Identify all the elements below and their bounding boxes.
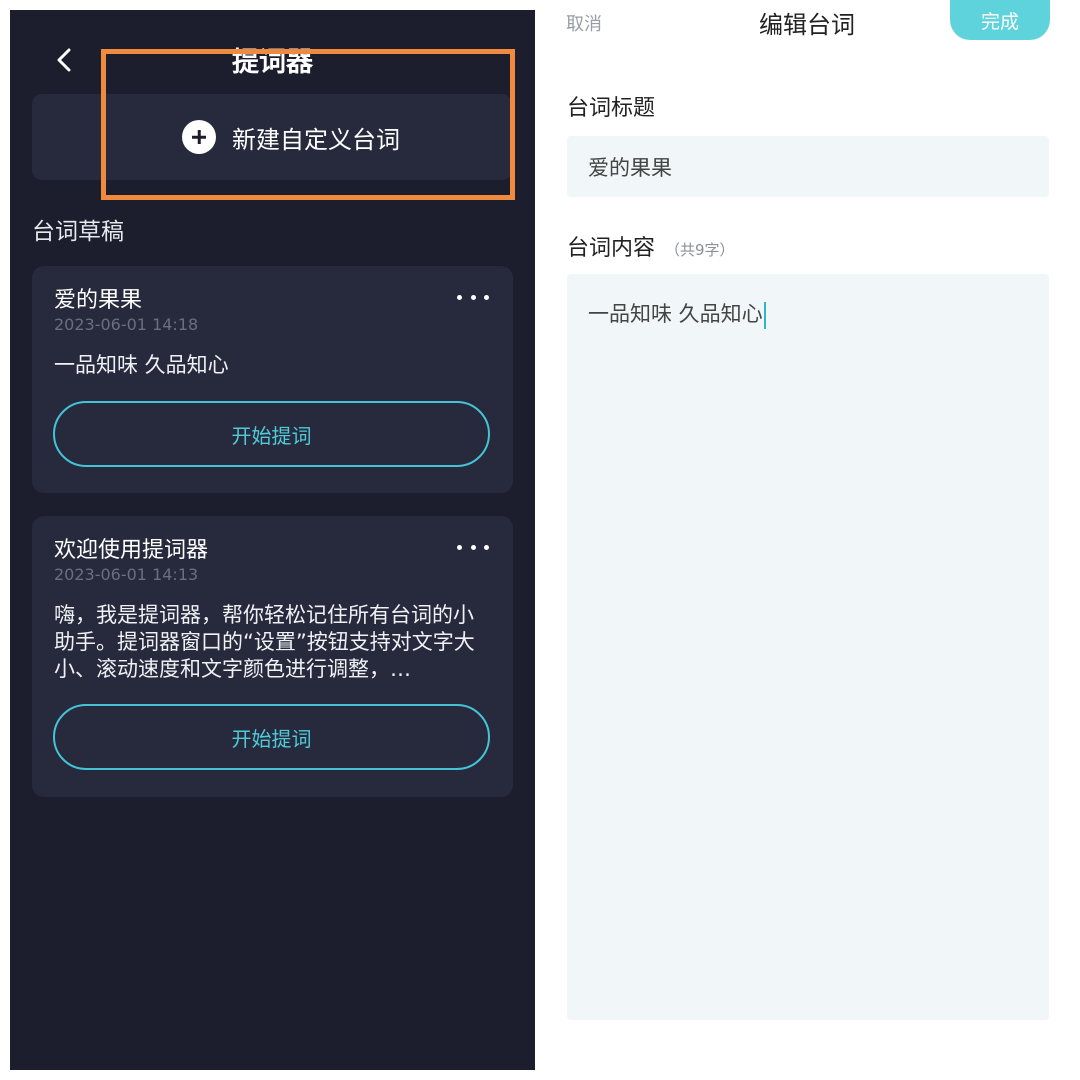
script-title-label: 台词标题 bbox=[567, 96, 656, 121]
draft-card[interactable]: 爱的果果 2023-06-01 14:18 一品知味 久品知心 开始提词 bbox=[32, 266, 513, 493]
script-content-value: 一品知味 久品知心 bbox=[588, 302, 763, 326]
character-count: （共9字） bbox=[665, 241, 735, 259]
draft-title: 爱的果果 bbox=[54, 288, 143, 313]
edit-script-screen: 取消 编辑台词 完成 台词标题 爱的果果 台词内容 （共9字） 一品知味 久品知心 bbox=[545, 0, 1080, 1080]
text-caret bbox=[763, 301, 766, 329]
draft-title: 欢迎使用提词器 bbox=[54, 538, 209, 563]
new-custom-script-label: 新建自定义台词 bbox=[232, 125, 400, 154]
drafts-section-title: 台词草稿 bbox=[32, 219, 124, 245]
draft-date: 2023-06-01 14:18 bbox=[54, 315, 199, 334]
draft-date: 2023-06-01 14:13 bbox=[54, 565, 199, 584]
teleprompter-list-screen: 提词器 新建自定义台词 台词草稿 爱的果果 2023-06-01 14:18 一… bbox=[10, 10, 535, 1070]
script-content-textarea[interactable]: 一品知味 久品知心 bbox=[567, 274, 1049, 1020]
script-title-input[interactable]: 爱的果果 bbox=[567, 136, 1049, 197]
script-content-label: 台词内容 （共9字） bbox=[567, 230, 735, 262]
edit-page-title: 编辑台词 bbox=[759, 11, 855, 39]
more-options-icon[interactable] bbox=[457, 290, 489, 304]
start-prompting-button[interactable]: 开始提词 bbox=[53, 401, 490, 467]
draft-body: 嗨，我是提词器，帮你轻松记住所有台词的小助手。提词器窗口的“设置”按钮支持对文字… bbox=[54, 603, 475, 681]
more-options-icon[interactable] bbox=[457, 540, 489, 554]
script-title-value: 爱的果果 bbox=[588, 155, 672, 180]
plus-circle-icon bbox=[182, 120, 216, 154]
new-custom-script-button[interactable]: 新建自定义台词 bbox=[182, 120, 400, 154]
cancel-button[interactable]: 取消 bbox=[566, 10, 602, 36]
script-content-label-text: 台词内容 bbox=[567, 236, 656, 261]
draft-body: 一品知味 久品知心 bbox=[54, 353, 229, 377]
draft-card[interactable]: 欢迎使用提词器 2023-06-01 14:13 嗨，我是提词器，帮你轻松记住所… bbox=[32, 516, 513, 797]
start-prompting-button[interactable]: 开始提词 bbox=[53, 704, 490, 770]
done-button[interactable]: 完成 bbox=[950, 0, 1050, 40]
new-script-card: 新建自定义台词 bbox=[32, 94, 512, 180]
page-title: 提词器 bbox=[232, 47, 313, 78]
